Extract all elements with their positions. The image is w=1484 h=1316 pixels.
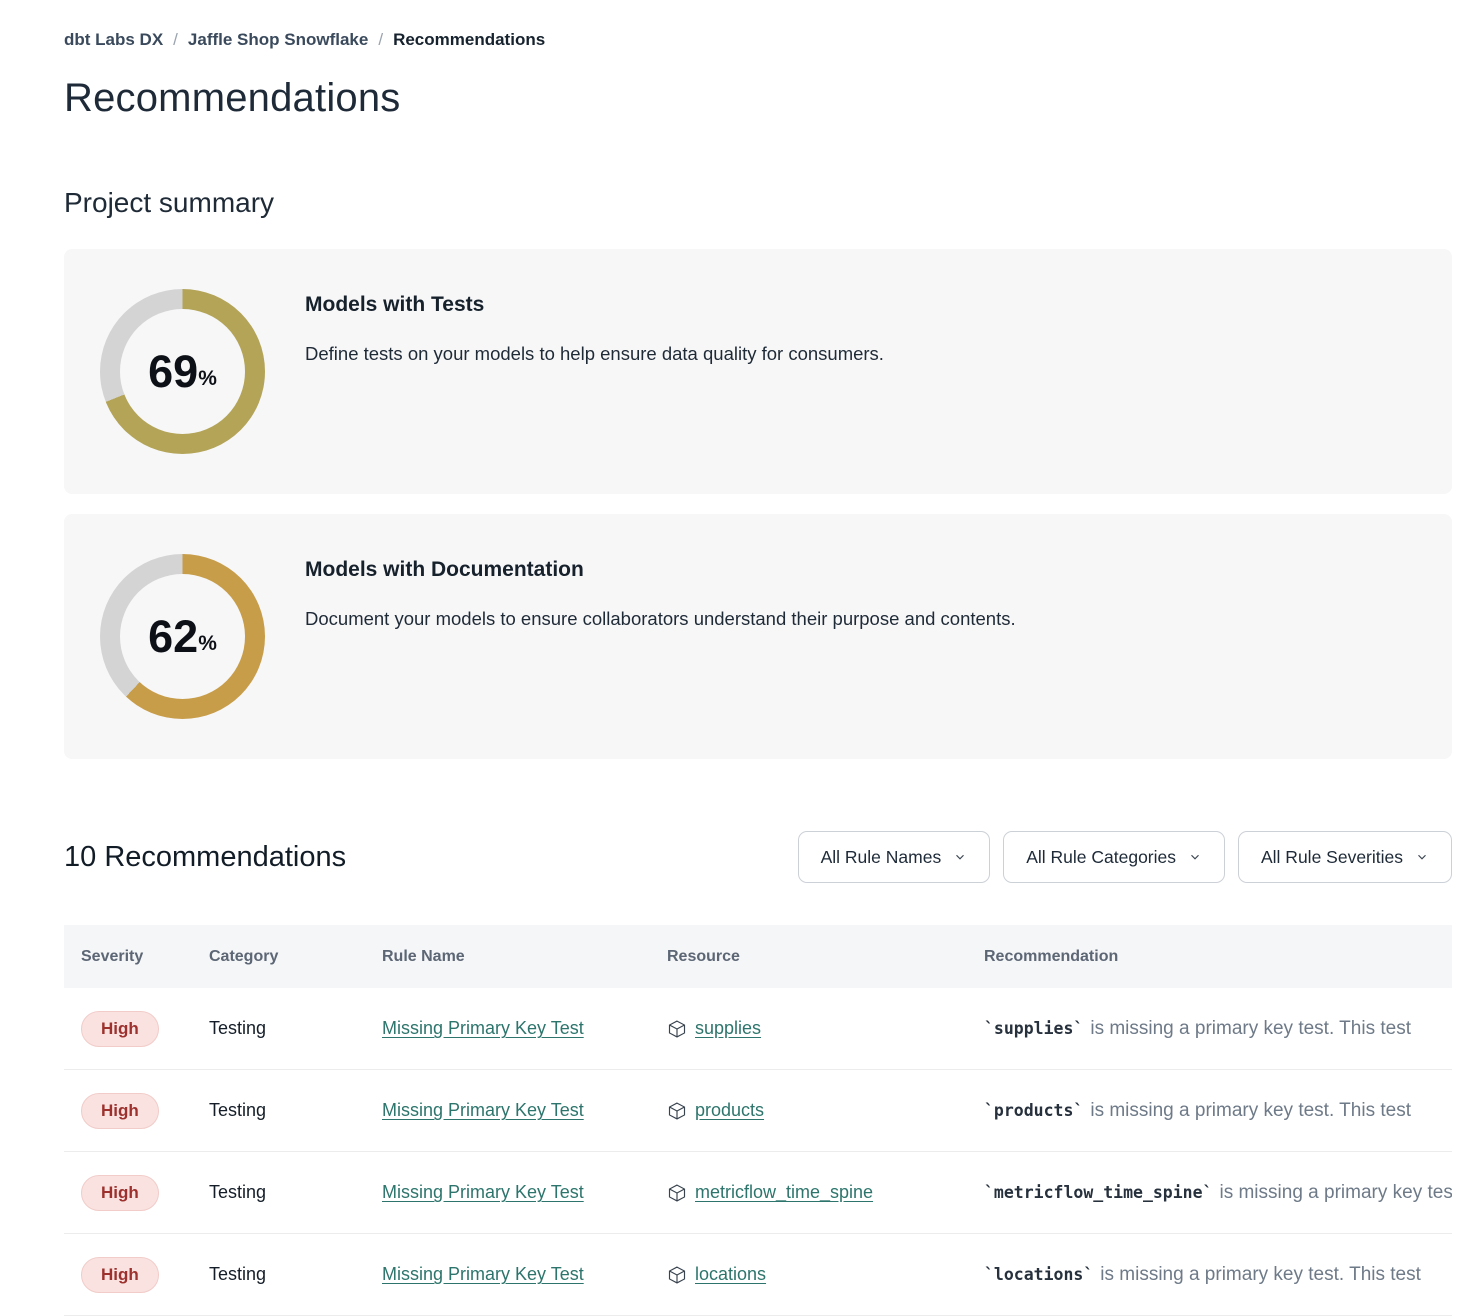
column-header-recommendation: Recommendation [984, 948, 1452, 966]
rule-name-link[interactable]: Missing Primary Key Test [382, 1100, 584, 1120]
chevron-down-icon [1415, 850, 1429, 864]
resource-link[interactable]: metricflow_time_spine [695, 1182, 873, 1203]
recommendation-cell: `locations` is missing a primary key test… [984, 1264, 1452, 1286]
rule-name-link[interactable]: Missing Primary Key Test [382, 1264, 584, 1284]
recommendation-text: is missing a primary key test. This test [1090, 1100, 1411, 1121]
severity-badge-high: High [81, 1257, 159, 1293]
donut-percent-sign: % [198, 632, 217, 656]
severity-cell: High [64, 1011, 209, 1047]
recommendation-text: is missing a primary key test. This test [1100, 1264, 1421, 1285]
severity-cell: High [64, 1093, 209, 1129]
model-cube-icon [667, 1183, 687, 1203]
recommendation-text: is missing a primary key test. This test [1219, 1182, 1452, 1203]
breadcrumb: dbt Labs DX / Jaffle Shop Snowflake / Re… [64, 0, 1452, 50]
model-cube-icon [667, 1101, 687, 1121]
docs-donut-chart: 62 % [100, 554, 265, 719]
column-header-resource: Resource [667, 948, 984, 966]
recommendation-text: is missing a primary key test. This test [1090, 1018, 1411, 1039]
category-cell: Testing [209, 1018, 382, 1039]
severity-cell: High [64, 1175, 209, 1211]
chevron-down-icon [953, 850, 967, 864]
recommendations-table: Severity Category Rule Name Resource Rec… [64, 925, 1452, 1316]
rule-name-link[interactable]: Missing Primary Key Test [382, 1182, 584, 1202]
recommendation-code: `locations` [984, 1265, 1093, 1284]
page-title: Recommendations [64, 76, 1452, 121]
recommendation-code: `metricflow_time_spine` [984, 1183, 1212, 1202]
recommendation-cell: `products` is missing a primary key test.… [984, 1100, 1452, 1122]
tests-donut-chart: 69 % [100, 289, 265, 454]
donut-percent-sign: % [198, 367, 217, 391]
breadcrumb-item-account[interactable]: dbt Labs DX [64, 30, 163, 50]
filter-label: All Rule Severities [1261, 847, 1403, 868]
rule-name-cell: Missing Primary Key Test [382, 1182, 667, 1203]
resource-cell: locations [667, 1264, 984, 1285]
recommendation-cell: `supplies` is missing a primary key test.… [984, 1018, 1452, 1040]
category-cell: Testing [209, 1264, 382, 1285]
filter-rule-names-dropdown[interactable]: All Rule Names [798, 831, 991, 883]
resource-link[interactable]: products [695, 1100, 764, 1121]
breadcrumb-item-project[interactable]: Jaffle Shop Snowflake [188, 30, 368, 50]
column-header-rule-name: Rule Name [382, 948, 667, 966]
severity-badge-high: High [81, 1175, 159, 1211]
resource-link[interactable]: locations [695, 1264, 766, 1285]
resource-cell: metricflow_time_spine [667, 1182, 984, 1203]
summary-card-models-with-tests: 69 % Models with Tests Define tests on y… [64, 249, 1452, 494]
recommendation-cell: `metricflow_time_spine` is missing a prim… [984, 1182, 1452, 1204]
donut-center: 62 % [120, 574, 245, 699]
project-summary-heading: Project summary [64, 187, 1452, 219]
recommendations-header-bar: 10 Recommendations All Rule Names All Ru… [64, 831, 1452, 883]
filter-label: All Rule Categories [1026, 847, 1176, 868]
recommendations-count-heading: 10 Recommendations [64, 841, 346, 874]
rule-name-link[interactable]: Missing Primary Key Test [382, 1018, 584, 1038]
resource-link[interactable]: supplies [695, 1018, 761, 1039]
category-cell: Testing [209, 1100, 382, 1121]
breadcrumb-item-current: Recommendations [393, 30, 545, 50]
donut-percent-value: 69 [148, 346, 198, 398]
table-row: High Testing Missing Primary Key Test su… [64, 988, 1452, 1070]
rule-name-cell: Missing Primary Key Test [382, 1018, 667, 1039]
column-header-severity: Severity [64, 948, 209, 966]
category-cell: Testing [209, 1182, 382, 1203]
card-title: Models with Documentation [305, 558, 1016, 582]
donut-center: 69 % [120, 309, 245, 434]
card-text-block: Models with Documentation Document your … [305, 514, 1016, 630]
filter-label: All Rule Names [821, 847, 942, 868]
card-title: Models with Tests [305, 293, 884, 317]
filter-group: All Rule Names All Rule Categories All R… [798, 831, 1452, 883]
recommendation-code: `supplies` [984, 1019, 1083, 1038]
resource-cell: supplies [667, 1018, 984, 1039]
breadcrumb-separator: / [378, 30, 383, 50]
model-cube-icon [667, 1265, 687, 1285]
chevron-down-icon [1188, 850, 1202, 864]
severity-cell: High [64, 1257, 209, 1293]
table-header-row: Severity Category Rule Name Resource Rec… [64, 925, 1452, 988]
table-row: High Testing Missing Primary Key Test lo… [64, 1234, 1452, 1316]
rule-name-cell: Missing Primary Key Test [382, 1264, 667, 1285]
resource-cell: products [667, 1100, 984, 1121]
page-content: dbt Labs DX / Jaffle Shop Snowflake / Re… [64, 0, 1452, 1316]
recommendation-code: `products` [984, 1101, 1083, 1120]
breadcrumb-separator: / [173, 30, 178, 50]
table-row: High Testing Missing Primary Key Test me… [64, 1152, 1452, 1234]
summary-card-models-with-documentation: 62 % Models with Documentation Document … [64, 514, 1452, 759]
rule-name-cell: Missing Primary Key Test [382, 1100, 667, 1121]
severity-badge-high: High [81, 1093, 159, 1129]
table-row: High Testing Missing Primary Key Test pr… [64, 1070, 1452, 1152]
column-header-category: Category [209, 948, 382, 966]
filter-rule-severities-dropdown[interactable]: All Rule Severities [1238, 831, 1452, 883]
severity-badge-high: High [81, 1011, 159, 1047]
card-text-block: Models with Tests Define tests on your m… [305, 249, 884, 365]
donut-percent-value: 62 [148, 611, 198, 663]
card-description: Document your models to ensure collabora… [305, 608, 1016, 630]
card-description: Define tests on your models to help ensu… [305, 343, 884, 365]
filter-rule-categories-dropdown[interactable]: All Rule Categories [1003, 831, 1225, 883]
model-cube-icon [667, 1019, 687, 1039]
